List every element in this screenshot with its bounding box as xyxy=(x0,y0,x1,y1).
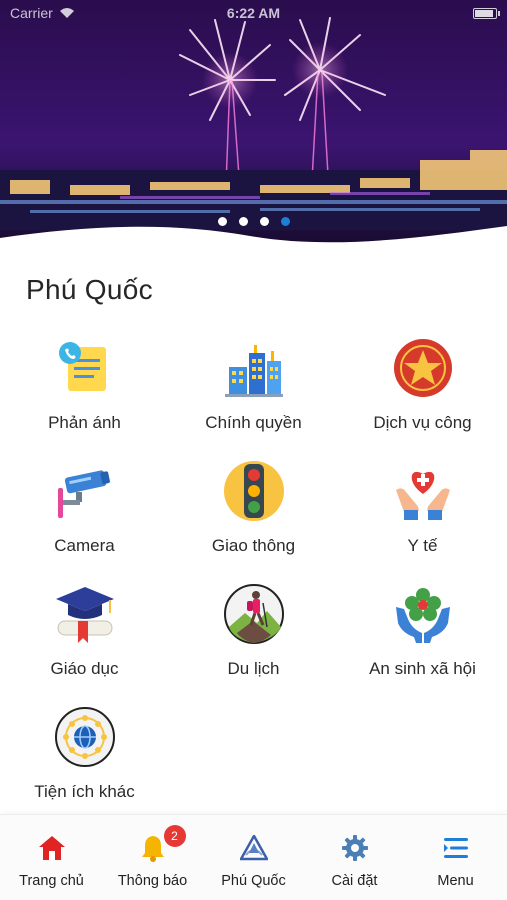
social-welfare-icon xyxy=(390,581,456,647)
banner-carousel[interactable]: Carrier 6:22 AM xyxy=(0,0,507,262)
tile-label: Giáo dục xyxy=(50,659,119,678)
traffic-light-icon xyxy=(221,458,287,524)
tab-thong-bao[interactable]: 2 Thông báo xyxy=(102,825,203,889)
tab-label: Menu xyxy=(437,873,474,889)
tile-tien-ich-khac[interactable]: Tiện ích khác xyxy=(0,704,169,814)
tile-phan-anh[interactable]: Phản ánh xyxy=(0,335,169,445)
tile-chinh-quyen[interactable]: Chính quyền xyxy=(169,335,338,445)
globe-network-icon xyxy=(52,704,118,770)
healthcare-hands-heart-icon xyxy=(390,458,456,524)
tab-label: Cài đặt xyxy=(331,873,378,889)
carrier-label: Carrier xyxy=(10,5,53,21)
public-service-star-icon xyxy=(390,335,456,401)
tile-camera[interactable]: Camera xyxy=(0,458,169,568)
tab-phu-quoc[interactable]: Phú Quốc xyxy=(203,831,304,889)
bottom-tab-bar: Trang chủ 2 Thông báo Phú Quốc Cài đặt M… xyxy=(0,814,507,900)
tile-du-lich[interactable]: Du lịch xyxy=(169,581,338,691)
tile-y-te[interactable]: Y tế xyxy=(338,458,507,568)
tile-label: Y tế xyxy=(407,536,438,555)
battery-icon xyxy=(473,7,500,19)
carousel-pagination[interactable] xyxy=(0,217,507,226)
tile-dich-vu-cong[interactable]: Dịch vụ công xyxy=(338,335,507,445)
graduation-cap-icon xyxy=(52,581,118,647)
page-title: Phú Quốc xyxy=(26,274,153,305)
tile-label: Chính quyền xyxy=(205,413,302,432)
tab-label: Trang chủ xyxy=(19,873,84,889)
tile-giao-duc[interactable]: Giáo dục xyxy=(0,581,169,691)
status-time: 6:22 AM xyxy=(226,5,281,21)
tile-label: Camera xyxy=(54,536,115,555)
status-bar: Carrier 6:22 AM xyxy=(0,0,507,26)
carousel-dot-active[interactable] xyxy=(280,217,290,226)
tile-label: Giao thông xyxy=(211,536,296,555)
government-buildings-icon xyxy=(221,335,287,401)
bell-icon: 2 xyxy=(136,825,186,865)
notification-badge: 2 xyxy=(163,825,186,847)
wifi-icon xyxy=(59,7,75,19)
tab-menu[interactable]: Menu xyxy=(405,831,506,889)
carousel-dot[interactable] xyxy=(238,217,248,226)
tab-label: Thông báo xyxy=(117,873,188,889)
home-icon xyxy=(35,831,69,865)
tile-label: Dịch vụ công xyxy=(373,413,472,432)
security-camera-icon xyxy=(52,458,118,524)
city-logo-icon xyxy=(237,831,271,865)
tile-an-sinh-xa-hoi[interactable]: An sinh xã hội xyxy=(338,581,507,691)
tile-label: Tiện ích khác xyxy=(34,782,135,801)
tile-label: An sinh xã hội xyxy=(369,659,476,678)
tile-giao-thong[interactable]: Giao thông xyxy=(169,458,338,568)
tile-label: Phản ánh xyxy=(48,413,121,432)
gear-icon xyxy=(338,831,372,865)
hiker-icon xyxy=(221,581,287,647)
feedback-icon xyxy=(52,335,118,401)
menu-icon xyxy=(439,831,473,865)
tab-cai-dat[interactable]: Cài đặt xyxy=(304,831,405,889)
carousel-dot[interactable] xyxy=(259,217,269,226)
carousel-dot[interactable] xyxy=(217,217,227,226)
tab-label: Phú Quốc xyxy=(221,873,286,889)
tab-trang-chu[interactable]: Trang chủ xyxy=(1,831,102,889)
tile-label: Du lịch xyxy=(227,659,280,678)
